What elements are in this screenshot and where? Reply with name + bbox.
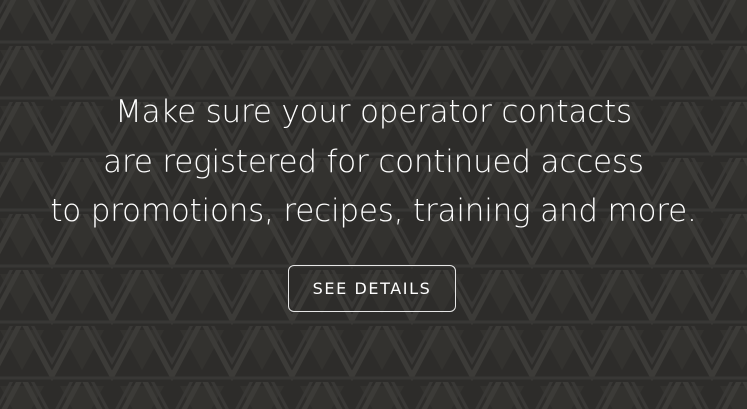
- headline-line-2: are registered for continued access: [103, 143, 644, 180]
- headline-line-1: Make sure your operator contacts: [115, 94, 632, 130]
- headline-line-3: to promotions, recipes, training and mor…: [50, 193, 697, 229]
- headline: Make sure your operator contacts are reg…: [0, 88, 747, 237]
- promo-banner: Make sure your operator contacts are reg…: [0, 0, 747, 409]
- see-details-button[interactable]: SEE DETAILS: [288, 265, 456, 312]
